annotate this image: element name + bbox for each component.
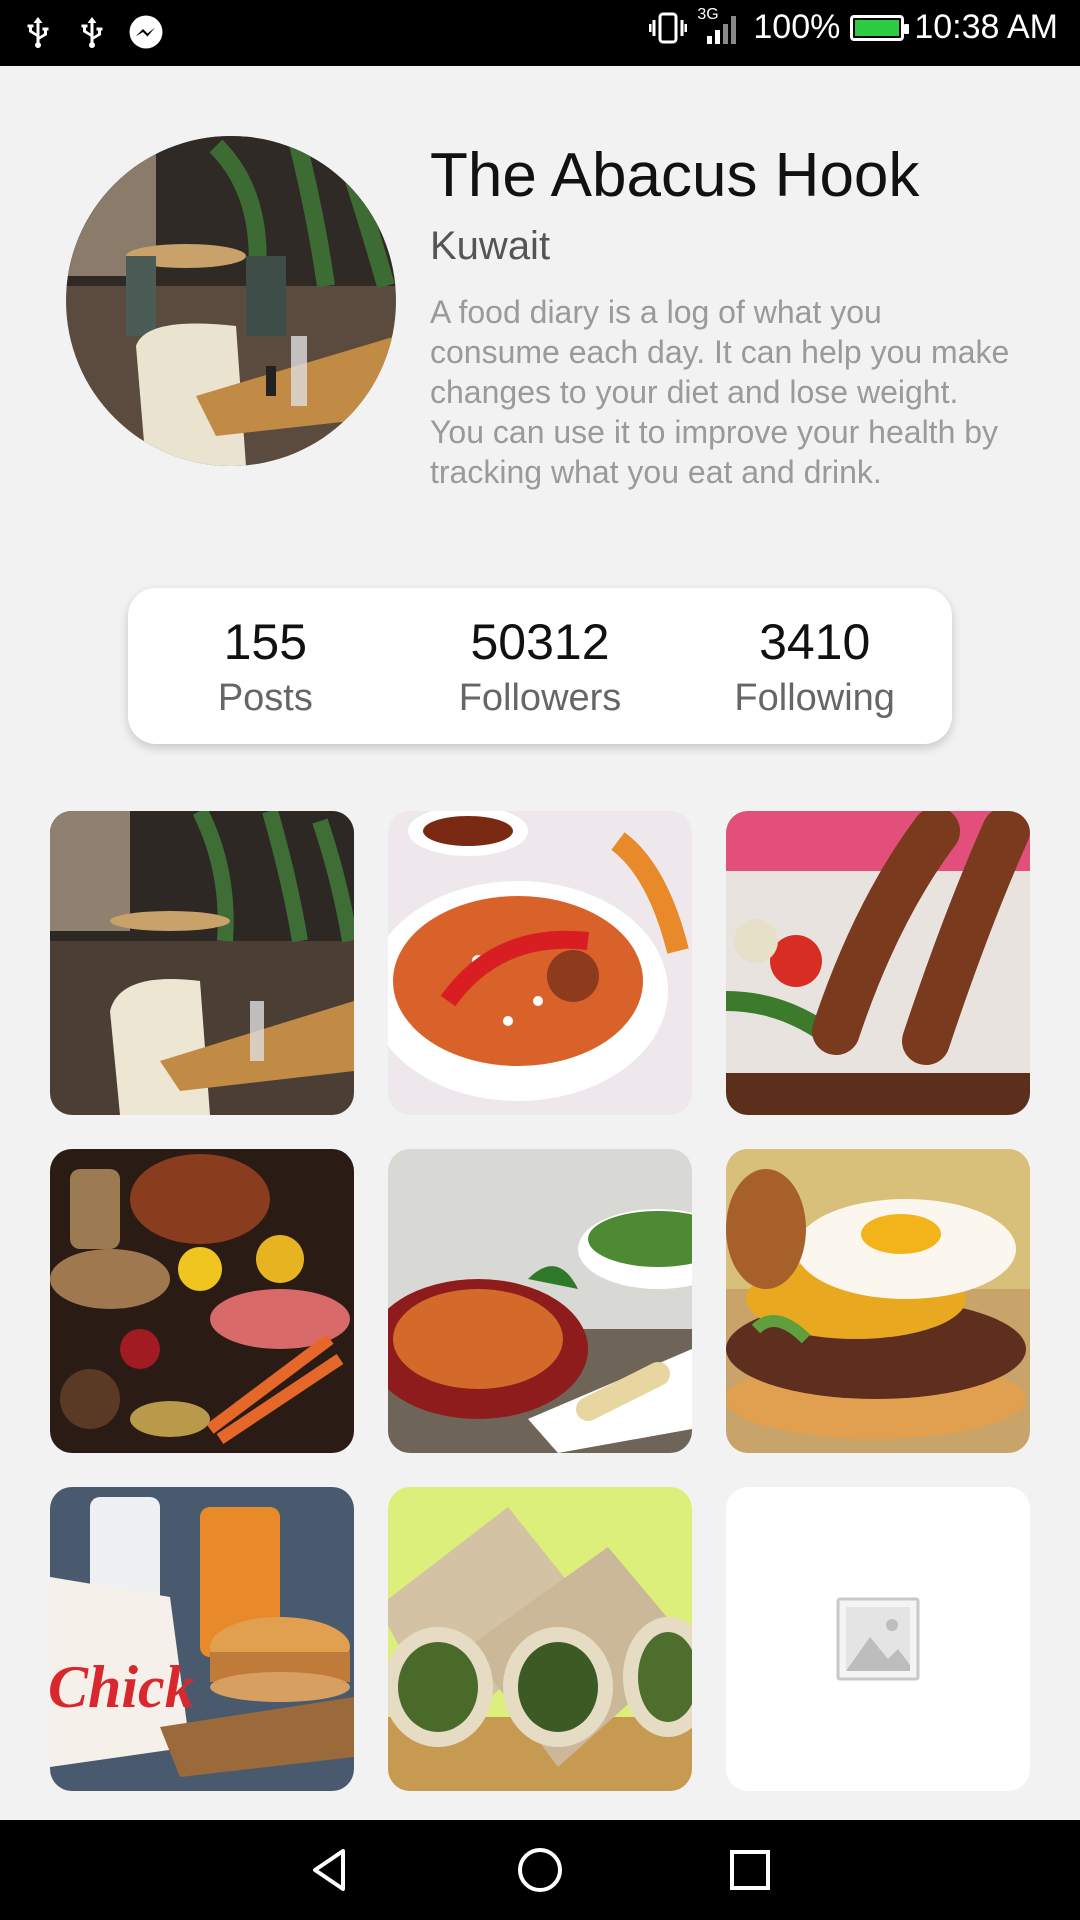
profile-location: Kuwait: [430, 224, 551, 268]
messenger-icon: [129, 15, 163, 49]
grid-item-restaurant-interior[interactable]: [50, 811, 354, 1115]
grid-item-burger-egg[interactable]: [726, 1149, 1030, 1453]
grid-item-pasta-salad[interactable]: [388, 1149, 692, 1453]
back-button[interactable]: [300, 1840, 360, 1900]
usb-icon: [81, 17, 103, 49]
recents-icon: [730, 1850, 770, 1890]
status-bar: 3G 100% 10:38 AM: [0, 0, 1080, 66]
home-icon: [518, 1848, 562, 1892]
stat-following[interactable]: 3410 Following: [677, 588, 952, 744]
profile-name: The Abacus Hook: [430, 141, 920, 210]
recents-button[interactable]: [720, 1840, 780, 1900]
navigation-bar: [0, 1820, 1080, 1920]
grid-item-groceries[interactable]: [50, 1149, 354, 1453]
back-icon: [313, 1849, 345, 1891]
svg-text:Chick: Chick: [50, 1654, 195, 1720]
usb-icon: [27, 17, 49, 49]
image-placeholder-icon: [836, 1597, 920, 1681]
stat-label: Posts: [217, 676, 313, 719]
grid-item-placeholder[interactable]: [726, 1487, 1030, 1791]
photo-grid: Chick: [50, 811, 1030, 1791]
grid-item-chicken-sandwich[interactable]: Chick: [50, 1487, 354, 1791]
stat-label: Following: [734, 676, 895, 719]
stat-followers[interactable]: 50312 Followers: [403, 588, 678, 744]
battery-percent: 100%: [753, 8, 841, 46]
profile-avatar[interactable]: [66, 136, 396, 466]
stat-value: 3410: [759, 613, 871, 670]
grid-item-kebab[interactable]: [726, 811, 1030, 1115]
battery-icon: [850, 14, 910, 41]
stat-value: 155: [223, 613, 308, 670]
grid-item-biryani[interactable]: [388, 811, 692, 1115]
signal-icon: 3G: [697, 6, 743, 46]
stat-posts[interactable]: 155 Posts: [128, 588, 403, 744]
home-button[interactable]: [510, 1840, 570, 1900]
grid-item-wraps[interactable]: [388, 1487, 692, 1791]
vibrate-icon: [649, 12, 688, 43]
profile-description: A food diary is a log of what you consum…: [430, 294, 1010, 490]
stat-label: Followers: [458, 676, 622, 719]
clock: 10:38 AM: [914, 8, 1058, 46]
stat-value: 50312: [470, 613, 610, 670]
stats-card: 155 Posts 50312 Followers 3410 Following: [128, 588, 952, 744]
